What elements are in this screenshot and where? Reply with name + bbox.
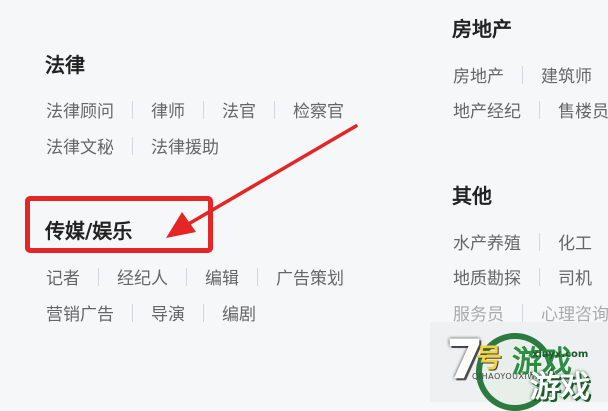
watermark-url: xiayx.com: [532, 349, 589, 360]
watermark-game-2: 游戏: [530, 370, 590, 405]
watermark-hao: 号: [476, 344, 503, 374]
